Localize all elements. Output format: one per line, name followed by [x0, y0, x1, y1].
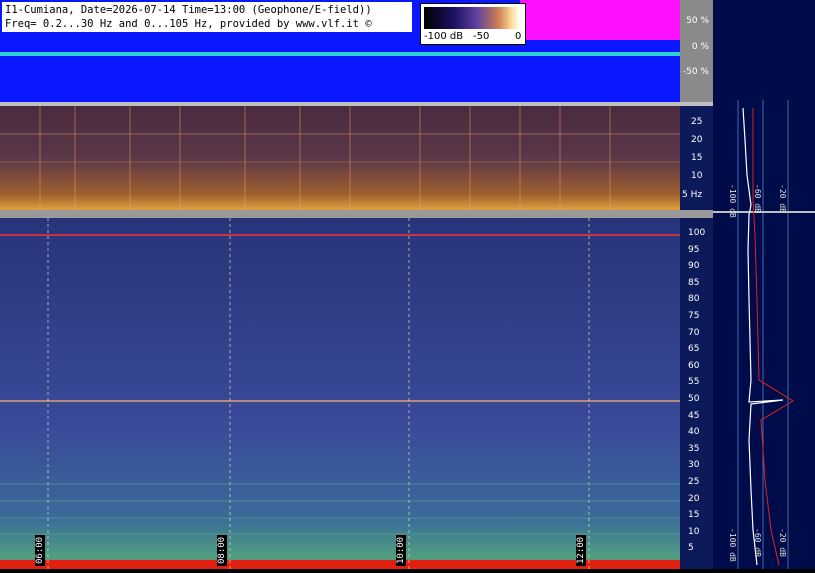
efield-spectrogram: [0, 218, 680, 569]
efield-freq-scale: 100 95 90 85 80 75 70 65 60 55 50 45 40 35 30 25 20 15 10 5: [680, 218, 713, 569]
side-db-label-3: -20 dB: [778, 184, 787, 213]
side-db-label-4: -100 dB: [728, 528, 737, 562]
efield-spectrogram-graphic: [0, 218, 680, 569]
title-line-1: I1-Cumiana, Date=2026-07-14 Time=13:00 (…: [5, 4, 372, 16]
geo-tick-20: 20: [691, 135, 703, 145]
geophone-freq-scale: 25 20 15 10 5 Hz: [680, 106, 713, 210]
side-db-label-5: -60 dB: [753, 528, 762, 557]
pct-label-0: 0 %: [691, 42, 709, 52]
waveform-scale: 50 % 0 % -50 %: [680, 0, 713, 102]
ef-tick-100: 100: [688, 228, 706, 238]
colorbar-max-label: 0: [515, 31, 522, 42]
waveform-envelope: [520, 0, 680, 40]
pct-label-50: 50 %: [686, 16, 709, 26]
time-marker-3: 10:00: [396, 534, 406, 566]
ef-tick-65: 65: [688, 344, 700, 355]
geo-tick-10: 10: [691, 171, 703, 181]
ef-tick-50: 50: [688, 394, 700, 404]
title-box: I1-Cumiana, Date=2026-07-14 Time=13:00 (…: [2, 2, 412, 32]
ef-tick-15: 15: [688, 510, 700, 521]
geo-tick-25: 25: [691, 117, 703, 127]
panel-separator-2: [0, 210, 713, 218]
side-db-label-2: -60 dB: [753, 184, 762, 213]
ef-tick-40: 40: [688, 427, 700, 438]
ef-tick-85: 85: [688, 277, 700, 288]
colorbar-gradient: [424, 7, 520, 29]
ef-tick-45: 45: [688, 410, 700, 421]
ef-tick-30: 30: [688, 460, 700, 471]
time-marker-4: 12:00: [576, 534, 586, 566]
ef-tick-95: 95: [688, 244, 700, 255]
ef-tick-5: 5: [688, 543, 694, 554]
pct-label-minus50: -50 %: [682, 67, 709, 77]
geophone-spectrogram-graphic: [0, 106, 680, 210]
title-line-2: Freq= 0.2...30 Hz and 0...105 Hz, provid…: [5, 18, 372, 30]
ef-tick-70: 70: [688, 327, 700, 338]
waveform-trace: [0, 52, 680, 56]
spectrum-side-panel: -100 dB -60 dB -20 dB -100 dB -60 dB -20…: [713, 0, 815, 569]
side-db-label-1: -100 dB: [728, 184, 737, 218]
time-marker-2: 08:00: [217, 534, 227, 566]
geophone-spectrogram: [0, 106, 680, 210]
side-db-label-6: -20 dB: [778, 528, 787, 557]
ef-tick-35: 35: [688, 443, 700, 454]
geo-tick-15: 15: [691, 153, 703, 163]
time-marker-1: 06:00: [35, 534, 45, 566]
colorbar: -100 dB -50 0: [420, 3, 526, 45]
ef-tick-90: 90: [688, 261, 700, 272]
ef-tick-25: 25: [688, 477, 700, 487]
ef-tick-60: 60: [688, 360, 700, 371]
colorbar-min-label: -100 dB: [424, 31, 464, 42]
spectrum-plot: [713, 100, 815, 569]
colorbar-mid-label: -50: [473, 31, 490, 42]
geo-tick-5: 5 Hz: [682, 190, 703, 200]
ef-tick-75: 75: [688, 311, 700, 321]
ef-tick-20: 20: [688, 493, 700, 504]
ef-tick-55: 55: [688, 377, 700, 388]
ef-tick-80: 80: [688, 294, 700, 305]
ef-tick-10: 10: [688, 526, 700, 537]
